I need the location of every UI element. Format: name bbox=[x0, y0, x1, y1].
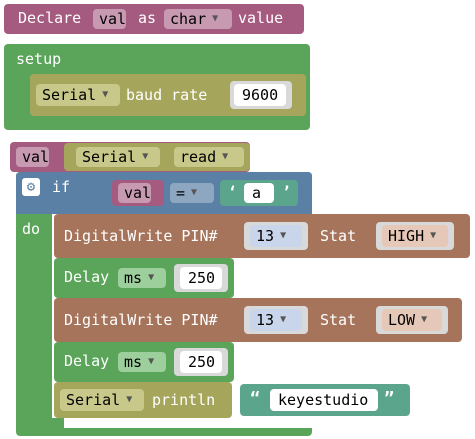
pin-dropdown[interactable]: 13 ▼ bbox=[250, 225, 302, 247]
delay-value-input[interactable]: 250 bbox=[180, 351, 222, 373]
pin-text: 13 bbox=[256, 311, 275, 329]
open-quote-icon: “ bbox=[250, 389, 261, 409]
dropdown-arrow-icon: ▼ bbox=[280, 230, 287, 241]
println-text-input[interactable]: keyestudio bbox=[270, 389, 378, 411]
dropdown-arrow-icon: ▼ bbox=[148, 272, 155, 283]
delay-value: 250 bbox=[188, 353, 216, 371]
setup-label: setup bbox=[16, 50, 62, 68]
declare-var-text: val bbox=[99, 10, 127, 28]
stat-label: Stat bbox=[320, 227, 357, 245]
assign-var-dropdown[interactable]: val bbox=[16, 147, 50, 167]
delay-label: Delay bbox=[64, 268, 110, 286]
baud-rate-value: 9600 bbox=[242, 86, 279, 104]
baud-rate-label: baud rate bbox=[126, 86, 208, 104]
close-quote-icon: ” bbox=[384, 389, 395, 409]
println-text-block[interactable]: “ keyestudio ” bbox=[240, 384, 410, 416]
dropdown-arrow-icon: ▼ bbox=[222, 151, 229, 162]
delay-block-2[interactable]: Delay ms ▼ 250 bbox=[54, 342, 234, 382]
dropdown-arrow-icon: ▼ bbox=[280, 314, 287, 325]
declare-var-dropdown[interactable]: val bbox=[93, 9, 127, 29]
digitalwrite-block-low[interactable]: DigitalWrite PIN# 13 ▼ Stat LOW ▼ bbox=[54, 298, 462, 342]
assign-var-text: val bbox=[22, 148, 50, 166]
stat-label: Stat bbox=[320, 311, 357, 329]
condition-var-block[interactable]: val bbox=[112, 180, 164, 206]
serial-read-method-text: read bbox=[180, 148, 217, 166]
dropdown-arrow-icon: ▼ bbox=[148, 356, 155, 367]
condition-block[interactable]: val = ▼ ‘ a ’ bbox=[94, 176, 306, 210]
delay-unit-dropdown[interactable]: ms ▼ bbox=[118, 268, 166, 288]
dropdown-arrow-icon: ▼ bbox=[212, 13, 219, 24]
delay-value-input[interactable]: 250 bbox=[180, 267, 222, 289]
do-label: do bbox=[22, 220, 41, 238]
declare-type-dropdown[interactable]: char ▼ bbox=[164, 9, 232, 29]
condition-op-dropdown[interactable]: = ▼ bbox=[170, 183, 214, 203]
digitalwrite-block-high[interactable]: DigitalWrite PIN# 13 ▼ Stat HIGH ▼ bbox=[54, 214, 470, 258]
delay-unit-dropdown[interactable]: ms ▼ bbox=[118, 352, 166, 372]
condition-var-dropdown[interactable]: val bbox=[118, 183, 152, 203]
close-quote-icon: ’ bbox=[282, 183, 292, 201]
baud-rate-input[interactable]: 9600 bbox=[234, 84, 286, 106]
stat-dropdown[interactable]: LOW ▼ bbox=[382, 309, 442, 331]
println-text-value: keyestudio bbox=[278, 391, 369, 409]
println-label: println bbox=[152, 391, 216, 409]
serial-read-block[interactable]: Serial ▼ read ▼ bbox=[64, 143, 250, 171]
condition-char-input[interactable]: a bbox=[244, 183, 274, 203]
open-quote-icon: ‘ bbox=[228, 183, 238, 201]
delay-unit-text: ms bbox=[124, 353, 143, 371]
serial-println-block[interactable]: Serial ▼ println bbox=[54, 382, 232, 418]
digitalwrite-label: DigitalWrite PIN# bbox=[64, 227, 218, 245]
serial-begin-port-dropdown[interactable]: Serial ▼ bbox=[36, 84, 120, 106]
delay-label: Delay bbox=[64, 352, 110, 370]
declare-type-text: char bbox=[170, 10, 207, 28]
condition-op-text: = bbox=[176, 184, 186, 202]
serial-begin-block[interactable]: Serial ▼ baud rate 9600 bbox=[30, 74, 306, 116]
println-port-dropdown[interactable]: Serial ▼ bbox=[60, 389, 144, 411]
dropdown-arrow-icon: ▼ bbox=[142, 151, 149, 162]
dropdown-arrow-icon: ▼ bbox=[421, 314, 428, 325]
if-footer bbox=[16, 418, 64, 434]
digitalwrite-label: DigitalWrite PIN# bbox=[64, 311, 218, 329]
serial-begin-port-text: Serial bbox=[42, 86, 97, 104]
declare-as-label: as bbox=[138, 9, 157, 27]
stat-dropdown[interactable]: HIGH ▼ bbox=[382, 225, 448, 247]
dropdown-arrow-icon: ▼ bbox=[191, 187, 198, 198]
gear-icon[interactable]: ⚙ bbox=[22, 178, 40, 196]
declare-label: Declare bbox=[18, 9, 82, 27]
serial-read-method-dropdown[interactable]: read ▼ bbox=[174, 147, 244, 167]
serial-read-port-dropdown[interactable]: Serial ▼ bbox=[76, 147, 160, 167]
if-label: if bbox=[52, 178, 71, 196]
dropdown-arrow-icon: ▼ bbox=[126, 394, 133, 405]
println-port-text: Serial bbox=[66, 391, 121, 409]
declare-block[interactable]: Declare val as char ▼ value bbox=[4, 4, 304, 34]
pin-dropdown[interactable]: 13 ▼ bbox=[250, 309, 302, 331]
delay-unit-text: ms bbox=[124, 269, 143, 287]
condition-char-block[interactable]: ‘ a ’ bbox=[220, 180, 298, 206]
stat-text: HIGH bbox=[388, 227, 425, 245]
baud-rate-input-wrap: 9600 bbox=[230, 81, 292, 109]
dropdown-arrow-icon: ▼ bbox=[102, 89, 109, 100]
condition-char-value: a bbox=[252, 184, 262, 202]
delay-value: 250 bbox=[188, 269, 216, 287]
delay-block-1[interactable]: Delay ms ▼ 250 bbox=[54, 258, 234, 298]
stat-text: LOW bbox=[388, 311, 416, 329]
condition-var-text: val bbox=[124, 184, 152, 202]
if-do-spine bbox=[16, 214, 52, 428]
dropdown-arrow-icon: ▼ bbox=[430, 230, 437, 241]
serial-read-port-text: Serial bbox=[82, 148, 137, 166]
pin-text: 13 bbox=[256, 227, 275, 245]
declare-value-label: value bbox=[238, 9, 284, 27]
